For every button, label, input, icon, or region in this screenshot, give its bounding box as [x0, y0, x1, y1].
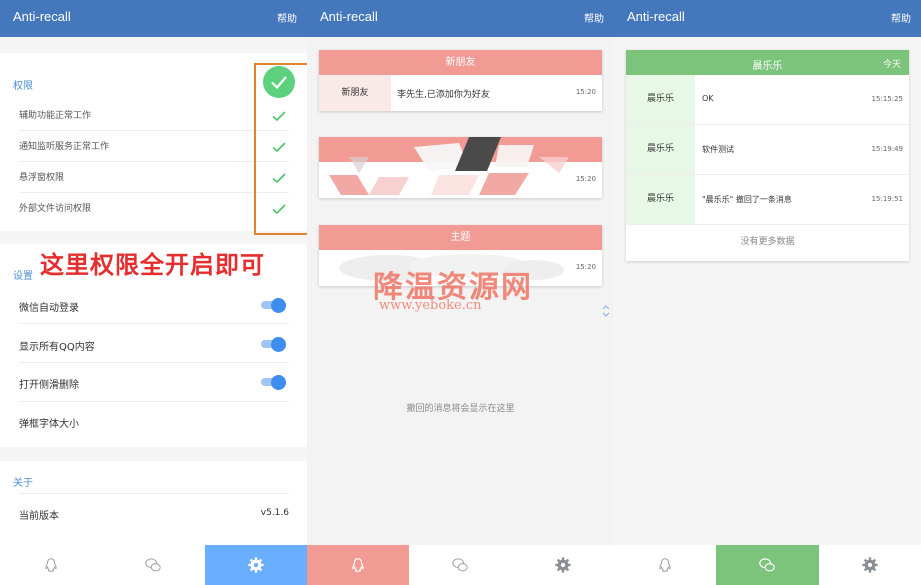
divider — [19, 130, 289, 131]
gear-icon — [248, 557, 264, 573]
permissions-section: 权限 辅助功能正常工作 通知监听服务正常工作 悬浮窗权限 外部文件访问权限 — [0, 53, 307, 235]
nav-wechat-tab[interactable] — [409, 545, 511, 585]
card-header: 主题 — [319, 225, 602, 250]
permission-storage[interactable]: 外部文件访问权限 — [19, 201, 91, 214]
card-header: 新朋友 — [319, 50, 602, 75]
no-more-data: 没有更多数据 — [740, 237, 795, 247]
toggle-swipe-delete[interactable] — [259, 375, 287, 390]
divider — [19, 192, 289, 193]
bottom-nav — [614, 545, 921, 585]
app-title: Anti-recall — [13, 9, 71, 24]
nav-settings-tab[interactable] — [204, 545, 307, 585]
redaction-mosaic — [329, 137, 569, 195]
wechat-icon — [452, 558, 469, 572]
watermark-url: www.yeboke.cn — [379, 298, 482, 313]
message-text: OK — [702, 94, 714, 103]
help-button[interactable]: 帮助 — [891, 10, 911, 25]
empty-hint: 撤回的消息将会显示在这里 — [406, 404, 515, 414]
app-bar: Anti-recall 帮助 — [0, 0, 307, 37]
nav-qq-tab[interactable] — [0, 545, 102, 585]
permissions-header: 权限 — [13, 81, 33, 92]
app-bar: Anti-recall 帮助 — [614, 0, 921, 37]
toggle-wechat-autologin[interactable] — [259, 298, 287, 313]
sender-name: 新朋友 — [319, 75, 391, 111]
wechat-icon — [759, 558, 776, 572]
recall-card[interactable]: 新朋友 新朋友 李先生,已添加你为好友 15:20 — [319, 50, 602, 111]
nav-wechat-tab[interactable] — [102, 545, 204, 585]
divider — [19, 401, 289, 402]
message-time: 15:15:25 — [871, 95, 903, 103]
recall-card[interactable]: 晨乐乐 今天 晨乐乐 OK 15:15:25 晨乐乐 软件测试 15:19:49… — [626, 50, 909, 261]
message-row: 晨乐乐 OK 15:15:25 — [626, 75, 909, 125]
message-row: 晨乐乐 软件测试 15:19:49 — [626, 125, 909, 175]
all-granted-check-icon — [263, 66, 295, 98]
sender-name: 晨乐乐 — [626, 125, 695, 174]
app-title: Anti-recall — [627, 9, 685, 24]
sender-name: 晨乐乐 — [626, 175, 695, 224]
message-text: "晨乐乐" 撤回了一条消息 — [702, 195, 792, 204]
version-label: 当前版本 — [19, 511, 59, 522]
gear-icon — [555, 557, 571, 573]
app-title: Anti-recall — [320, 9, 378, 24]
message-row: 新朋友 李先生,已添加你为好友 15:20 — [319, 75, 602, 111]
check-icon — [271, 139, 287, 155]
nav-settings-tab[interactable] — [512, 545, 614, 585]
nav-settings-tab[interactable] — [819, 545, 921, 585]
nav-qq-tab[interactable] — [614, 545, 716, 585]
setting-font-size[interactable]: 弹框字体大小 — [19, 415, 79, 430]
nav-qq-tab[interactable] — [307, 545, 410, 585]
app-bar: Anti-recall 帮助 — [307, 0, 614, 37]
check-icon — [271, 108, 287, 124]
permission-overlay[interactable]: 悬浮窗权限 — [19, 170, 64, 183]
qq-screen: Anti-recall 帮助 新朋友 新朋友 李先生,已添加你为好友 15:20… — [307, 0, 614, 585]
card-header: 晨乐乐 今天 — [626, 50, 909, 75]
check-icon — [271, 201, 287, 217]
settings-screen: Anti-recall 帮助 权限 辅助功能正常工作 通知监听服务正常工作 悬浮… — [0, 0, 307, 585]
check-icon — [271, 170, 287, 186]
message-time: 15:19:51 — [871, 195, 903, 203]
message-row: 晨乐乐 "晨乐乐" 撤回了一条消息 15:19:51 — [626, 175, 909, 225]
qq-penguin-icon — [45, 558, 57, 572]
message-text: 软件测试 — [702, 145, 734, 154]
about-section: 关于 当前版本 v5.1.6 — [0, 461, 307, 545]
message-text: 李先生,已添加你为好友 — [397, 90, 490, 100]
setting-wechat-autologin: 微信自动登录 — [19, 303, 79, 314]
bottom-nav — [307, 545, 614, 585]
bottom-nav — [0, 545, 307, 585]
toggle-show-all-qq[interactable] — [259, 337, 287, 352]
divider — [19, 323, 289, 324]
contact-name: 晨乐乐 — [752, 61, 783, 72]
wechat-screen: Anti-recall 帮助 晨乐乐 今天 晨乐乐 OK 15:15:25 晨乐… — [614, 0, 921, 585]
setting-swipe-delete: 打开侧滑删除 — [19, 380, 79, 391]
annotation-text: 这里权限全开启即可 — [40, 251, 265, 279]
help-button[interactable]: 帮助 — [584, 10, 604, 25]
divider — [19, 362, 289, 363]
nav-wechat-tab[interactable] — [716, 545, 819, 585]
help-button[interactable]: 帮助 — [277, 10, 297, 25]
message-time: 15:20 — [575, 88, 596, 96]
qq-penguin-icon — [352, 558, 364, 572]
settings-header: 设置 — [13, 271, 33, 282]
permission-notification[interactable]: 通知监听服务正常工作 — [19, 139, 109, 152]
qq-penguin-icon — [659, 558, 671, 572]
scroll-arrows-icon[interactable] — [601, 303, 611, 319]
gear-icon — [862, 557, 878, 573]
permission-accessibility[interactable]: 辅助功能正常工作 — [19, 108, 91, 121]
version-value: v5.1.6 — [260, 508, 289, 518]
date-label: 今天 — [882, 60, 901, 70]
recall-card-blurred[interactable]: 15:20 — [319, 137, 602, 198]
setting-show-all-qq: 显示所有QQ内容 — [19, 342, 95, 353]
wechat-icon — [145, 558, 162, 572]
divider — [19, 161, 289, 162]
message-time: 15:19:49 — [871, 145, 903, 153]
divider — [19, 493, 289, 494]
about-header: 关于 — [13, 478, 33, 489]
sender-name: 晨乐乐 — [626, 75, 695, 124]
